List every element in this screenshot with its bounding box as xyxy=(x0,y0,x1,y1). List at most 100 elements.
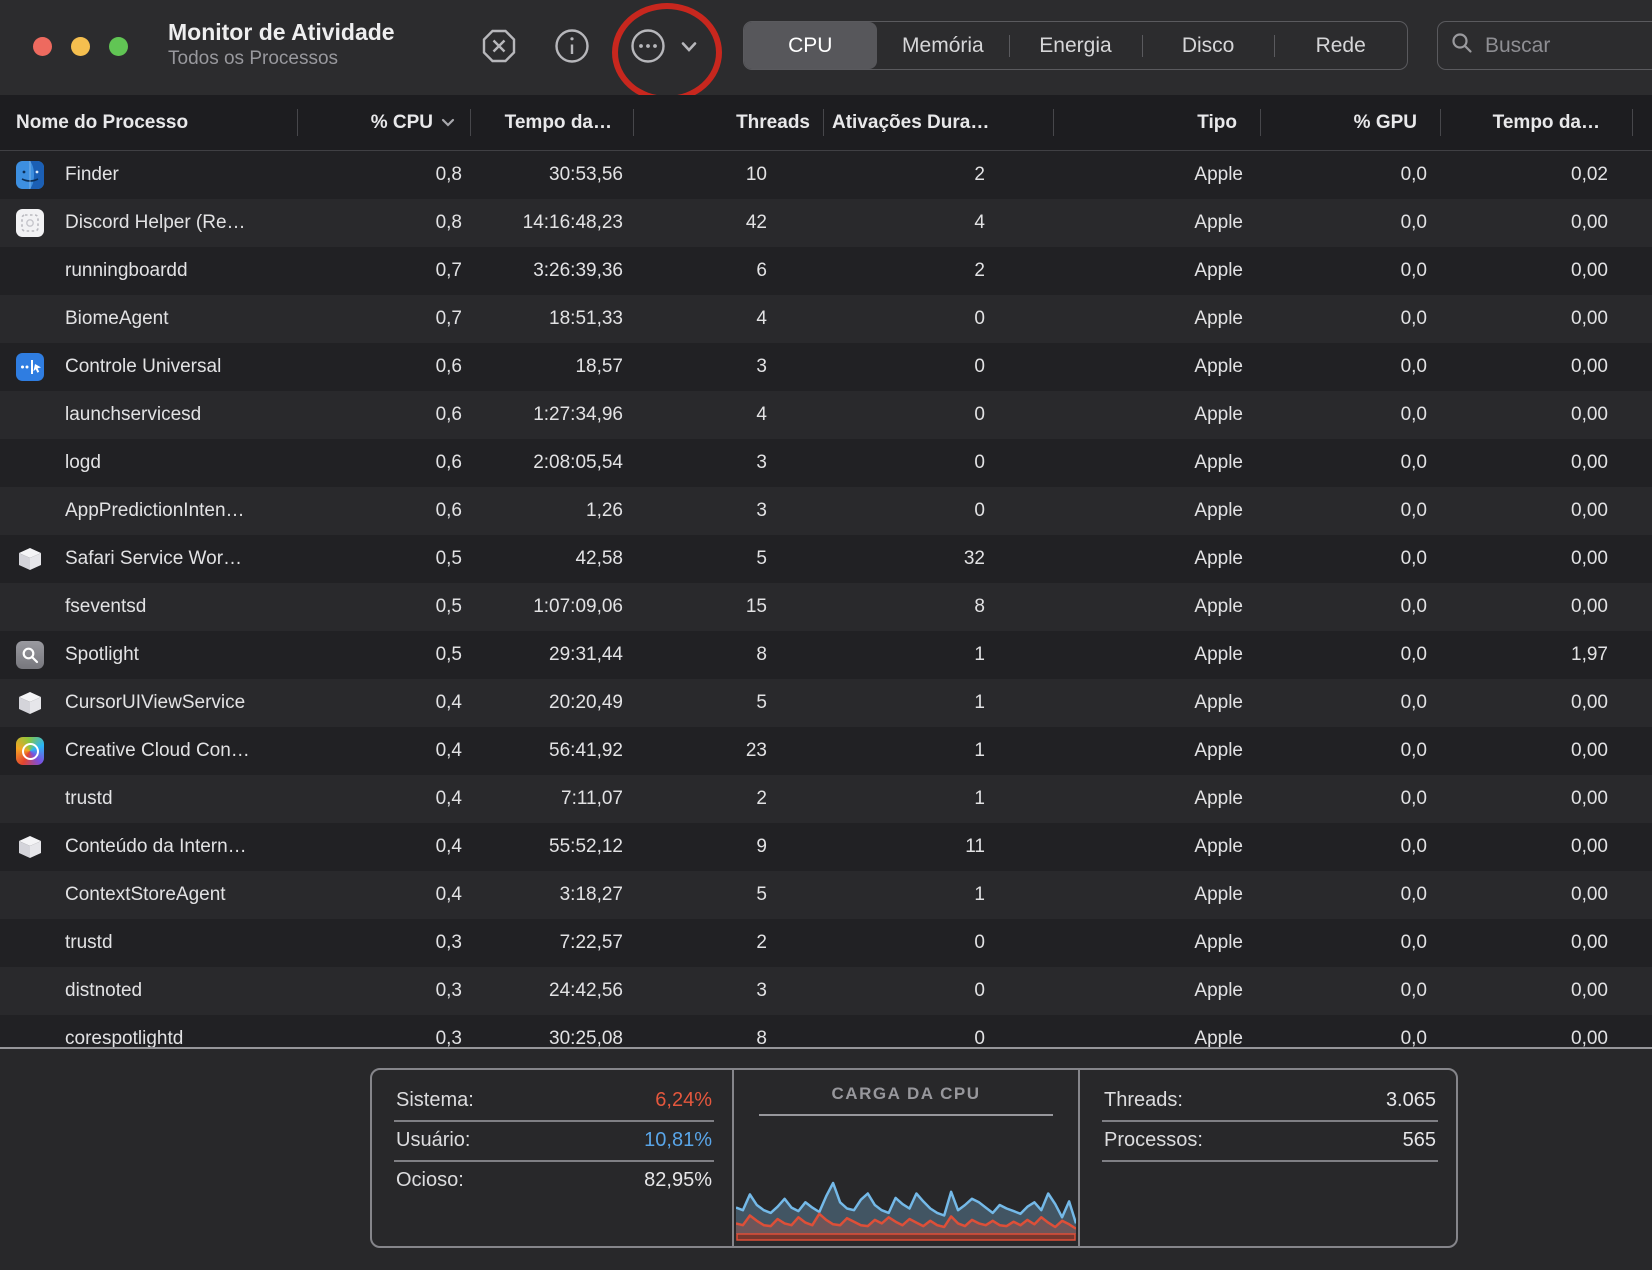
cell-activations: 0 xyxy=(771,980,989,1002)
cell-cpu: 0,3 xyxy=(300,932,466,954)
table-row[interactable]: Spotlight0,529:31,4481Apple0,01,97 xyxy=(0,631,1652,679)
threads-value: 3.065 xyxy=(1386,1089,1436,1112)
universal-control-icon xyxy=(16,353,44,381)
tab-rede[interactable]: Rede xyxy=(1274,22,1407,69)
system-label: Sistema: xyxy=(396,1089,474,1112)
header-separator xyxy=(1260,109,1261,136)
cell-cpu: 0,7 xyxy=(300,260,466,282)
info-icon xyxy=(552,26,592,66)
column-header-gpu[interactable]: % GPU xyxy=(1354,95,1417,150)
process-name: BiomeAgent xyxy=(65,308,169,330)
cell-process-name: runningboardd xyxy=(0,247,300,295)
cell-gpu-time: 0,00 xyxy=(1431,212,1612,234)
zoom-window-button[interactable] xyxy=(109,37,128,56)
minimize-window-button[interactable] xyxy=(71,37,90,56)
table-row[interactable]: runningboardd0,73:26:39,3662Apple0,00,00 xyxy=(0,247,1652,295)
tab-cpu[interactable]: CPU xyxy=(744,22,877,69)
cell-gpu-time: 0,00 xyxy=(1431,596,1612,618)
table-row[interactable]: logd0,62:08:05,5430Apple0,00,00 xyxy=(0,439,1652,487)
cell-cpu-time: 7:22,57 xyxy=(466,932,627,954)
cell-process-name: CursorUIViewService xyxy=(0,679,300,727)
stop-process-button[interactable] xyxy=(479,26,519,66)
cell-threads: 3 xyxy=(627,356,771,378)
cell-kind: Apple xyxy=(989,932,1247,954)
cell-gpu-time: 0,00 xyxy=(1431,404,1612,426)
table-row[interactable]: Discord Helper (Re…0,814:16:48,23424Appl… xyxy=(0,199,1652,247)
close-window-button[interactable] xyxy=(33,37,52,56)
table-row[interactable]: Conteúdo da Intern…0,455:52,12911Apple0,… xyxy=(0,823,1652,871)
column-header-threads[interactable]: Threads xyxy=(736,95,810,150)
cell-threads: 6 xyxy=(627,260,771,282)
title-block: Monitor de Atividade Todos os Processos xyxy=(168,19,395,71)
process-name: Controle Universal xyxy=(65,356,221,378)
process-name: Discord Helper (Re… xyxy=(65,212,246,234)
cell-gpu: 0,0 xyxy=(1247,452,1431,474)
cell-threads: 8 xyxy=(627,1028,771,1047)
table-row[interactable]: launchservicesd0,61:27:34,9640Apple0,00,… xyxy=(0,391,1652,439)
cell-cpu-time: 1:27:34,96 xyxy=(466,404,627,426)
stop-icon xyxy=(479,26,519,66)
tab-memoria[interactable]: Memória xyxy=(877,22,1010,69)
cell-cpu-time: 24:42,56 xyxy=(466,980,627,1002)
column-header-kind[interactable]: Tipo xyxy=(1197,95,1237,150)
tab-disco[interactable]: Disco xyxy=(1142,22,1275,69)
table-row[interactable]: AppPredictionInten…0,61,2630Apple0,00,00 xyxy=(0,487,1652,535)
cell-gpu-time: 0,00 xyxy=(1431,836,1612,858)
table-row[interactable]: CursorUIViewService0,420:20,4951Apple0,0… xyxy=(0,679,1652,727)
cell-activations: 4 xyxy=(771,212,989,234)
window-title: Monitor de Atividade xyxy=(168,19,395,46)
column-header-cpu-time[interactable]: Tempo da… xyxy=(505,95,612,150)
cell-activations: 1 xyxy=(771,740,989,762)
table-row[interactable]: Creative Cloud Con…0,456:41,92231Apple0,… xyxy=(0,727,1652,775)
table-row[interactable]: fseventsd0,51:07:09,06158Apple0,00,00 xyxy=(0,583,1652,631)
table-row[interactable]: trustd0,37:22,5720Apple0,00,00 xyxy=(0,919,1652,967)
header-separator xyxy=(633,109,634,136)
more-options-button[interactable] xyxy=(628,26,668,66)
table-row[interactable]: Finder0,830:53,56102Apple0,00,02 xyxy=(0,151,1652,199)
column-header-cpu[interactable]: % CPU xyxy=(371,95,455,150)
cell-cpu: 0,5 xyxy=(300,596,466,618)
cell-process-name: corespotlightd xyxy=(0,1015,300,1047)
table-row[interactable]: Safari Service Wor…0,542,58532Apple0,00,… xyxy=(0,535,1652,583)
cell-gpu: 0,0 xyxy=(1247,596,1431,618)
column-header-activations[interactable]: Ativações Dura… xyxy=(832,95,989,150)
cell-kind: Apple xyxy=(989,260,1247,282)
header-separator xyxy=(1440,109,1441,136)
column-header-gpu-time[interactable]: Tempo da… xyxy=(1493,95,1600,150)
search-field[interactable] xyxy=(1437,21,1652,70)
cell-threads: 4 xyxy=(627,308,771,330)
cell-cpu-time: 18:51,33 xyxy=(466,308,627,330)
table-row[interactable]: corespotlightd0,330:25,0880Apple0,00,00 xyxy=(0,1015,1652,1047)
activity-monitor-window: Monitor de Atividade Todos os Processos xyxy=(0,0,1652,1270)
more-options-icon xyxy=(628,26,668,66)
cell-threads: 3 xyxy=(627,452,771,474)
cpu-load-underline xyxy=(759,1114,1053,1116)
cell-gpu-time: 0,00 xyxy=(1431,500,1612,522)
table-row[interactable]: distnoted0,324:42,5630Apple0,00,00 xyxy=(0,967,1652,1015)
cell-cpu-time: 1,26 xyxy=(466,500,627,522)
table-row[interactable]: Controle Universal0,618,5730Apple0,00,00 xyxy=(0,343,1652,391)
chevron-down-icon[interactable] xyxy=(681,40,697,52)
search-input[interactable] xyxy=(1483,33,1637,59)
cell-gpu-time: 0,00 xyxy=(1431,308,1612,330)
tab-energia[interactable]: Energia xyxy=(1009,22,1142,69)
cell-activations: 0 xyxy=(771,932,989,954)
footer: Sistema: 6,24% Usuário: 10,81% Ocioso: 8… xyxy=(0,1049,1652,1270)
table-row[interactable]: trustd0,47:11,0721Apple0,00,00 xyxy=(0,775,1652,823)
cpu-load-graph xyxy=(736,1136,1076,1242)
cell-threads: 8 xyxy=(627,644,771,666)
processes-value: 565 xyxy=(1403,1129,1436,1152)
cell-kind: Apple xyxy=(989,356,1247,378)
column-header-name[interactable]: Nome do Processo xyxy=(16,95,188,150)
cell-process-name: Controle Universal xyxy=(0,343,300,391)
spotlight-icon xyxy=(16,641,44,669)
cell-gpu: 0,0 xyxy=(1247,980,1431,1002)
inspect-process-button[interactable] xyxy=(552,26,592,66)
cell-kind: Apple xyxy=(989,740,1247,762)
cell-kind: Apple xyxy=(989,836,1247,858)
cell-process-name: fseventsd xyxy=(0,583,300,631)
table-row[interactable]: ContextStoreAgent0,43:18,2751Apple0,00,0… xyxy=(0,871,1652,919)
cell-activations: 11 xyxy=(771,836,989,858)
cell-process-name: Finder xyxy=(0,151,300,199)
table-row[interactable]: BiomeAgent0,718:51,3340Apple0,00,00 xyxy=(0,295,1652,343)
